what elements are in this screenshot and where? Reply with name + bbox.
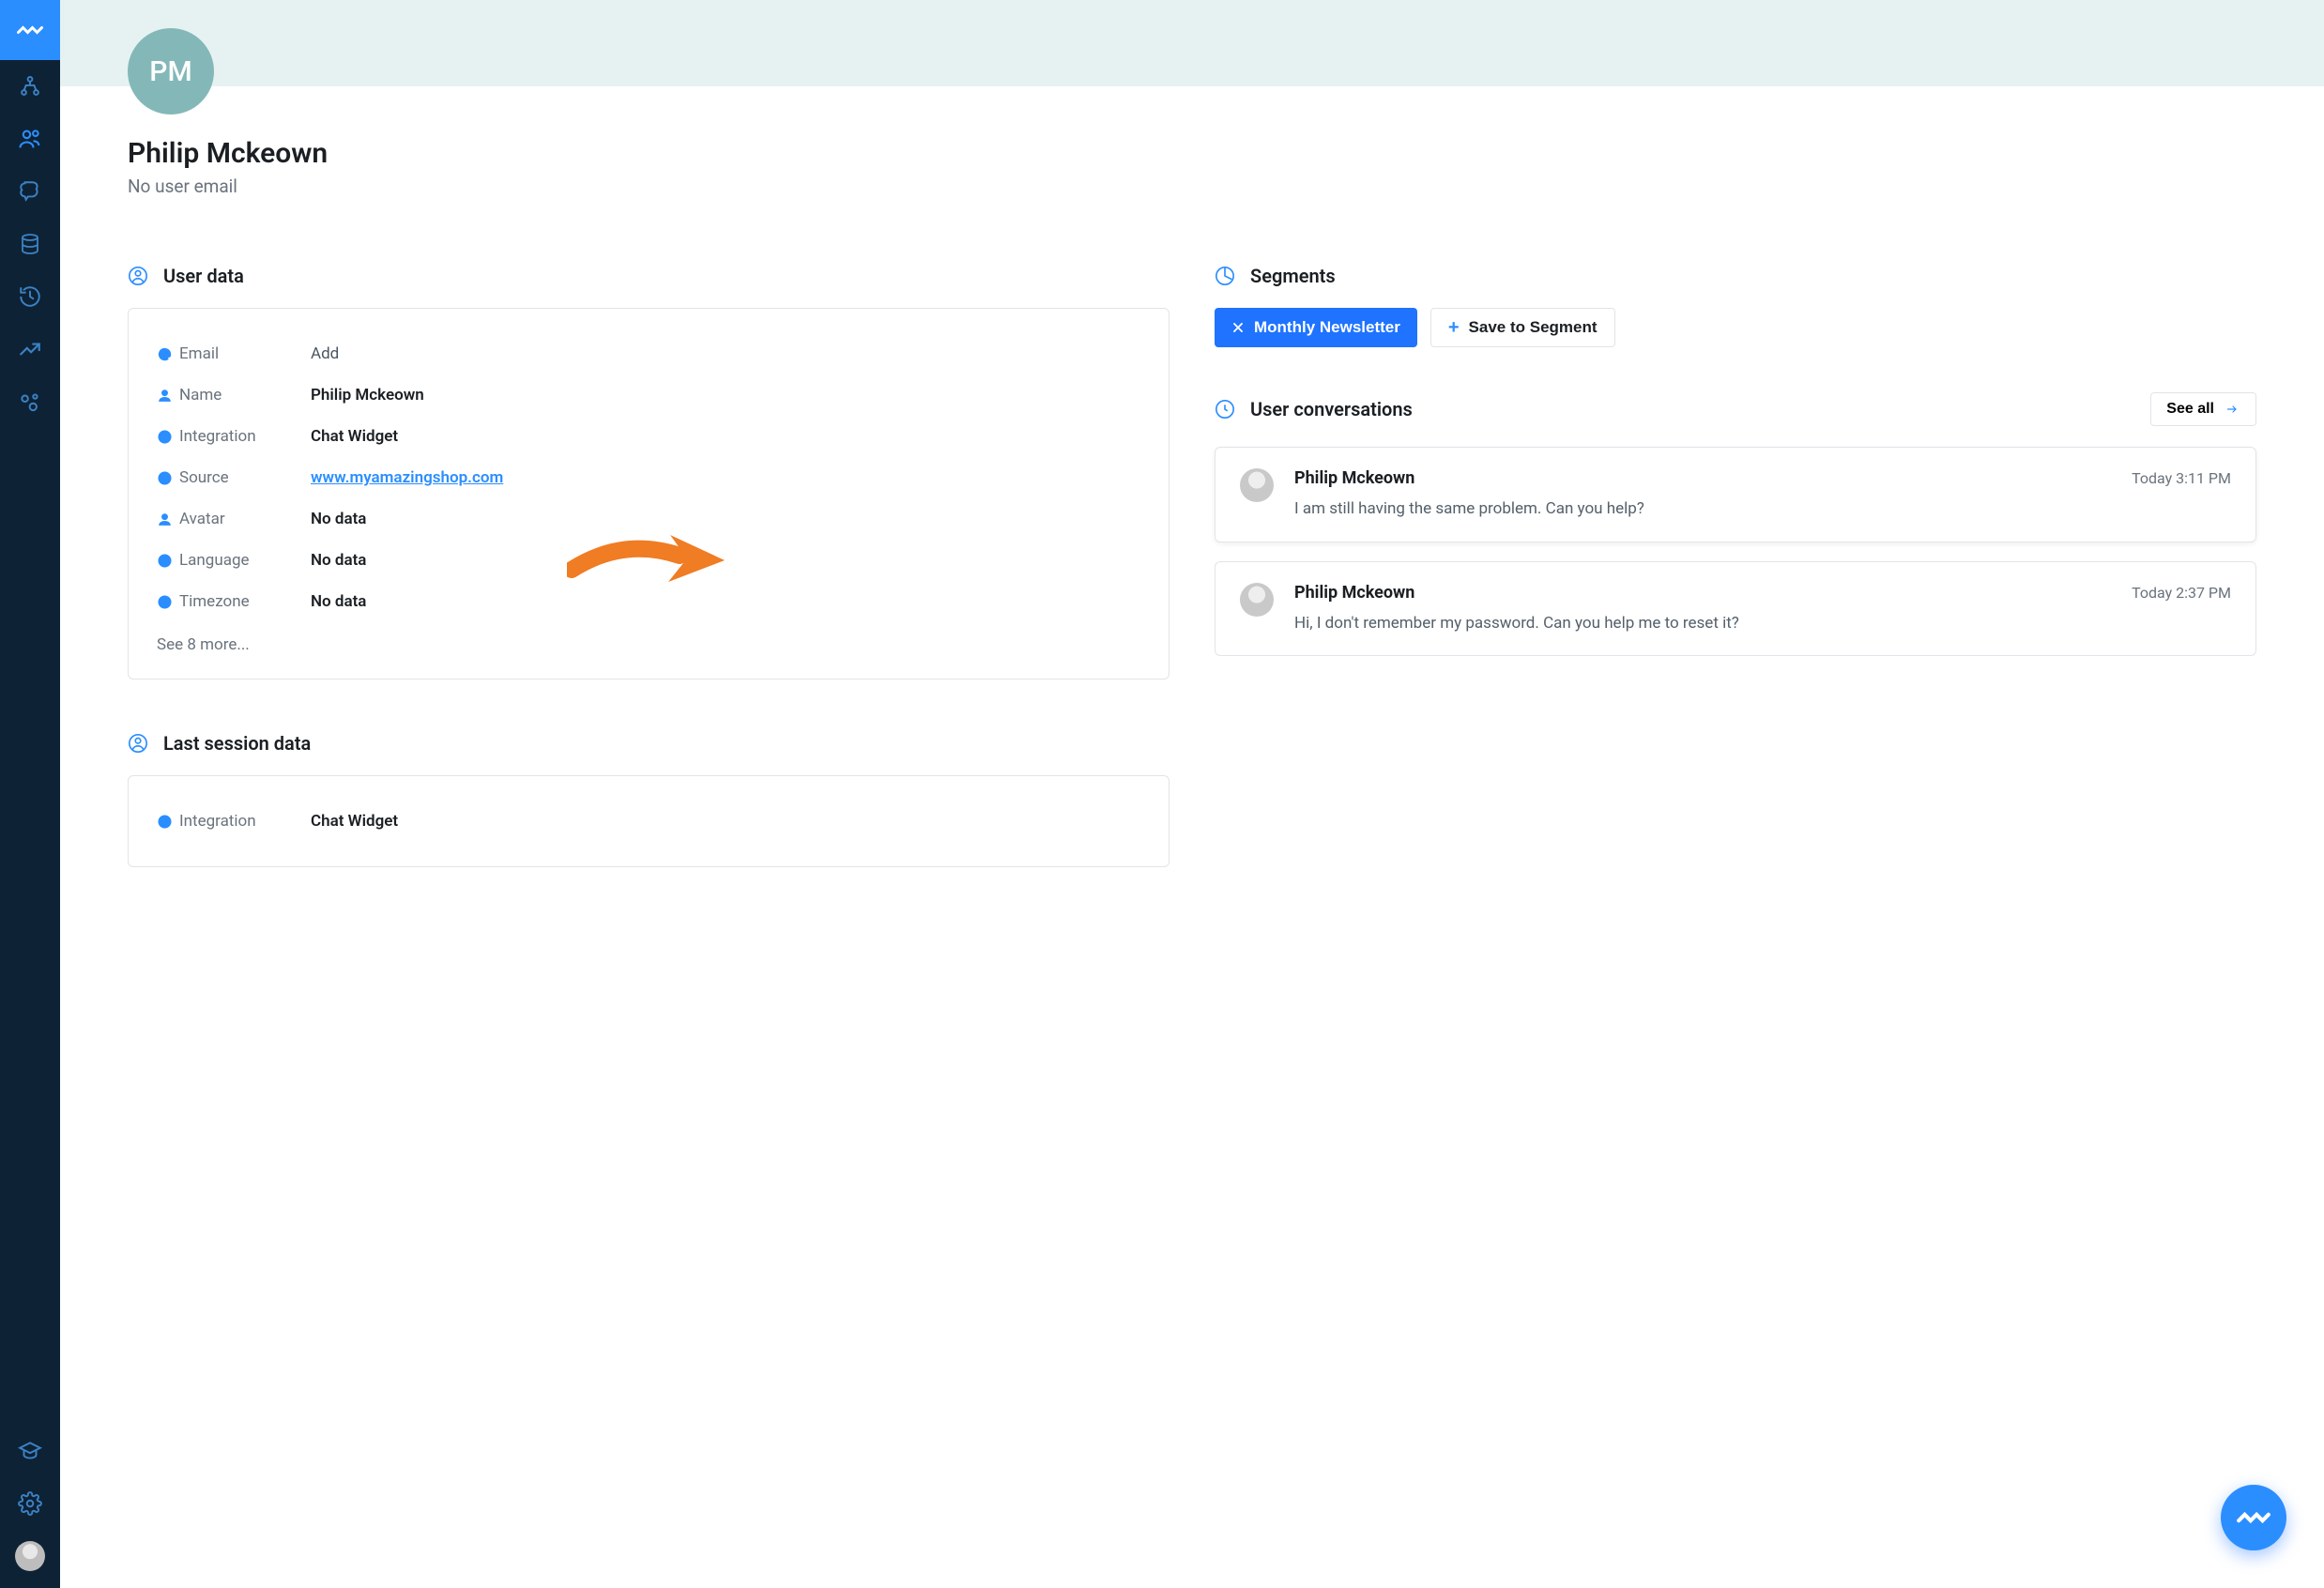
at-icon	[157, 346, 179, 362]
nav-flows-icon[interactable]	[0, 60, 60, 113]
sidebar	[0, 0, 60, 1588]
nav-database-icon[interactable]	[0, 218, 60, 270]
data-row: AvatarNo data	[157, 498, 1140, 540]
user-data-panel: EmailAddNamePhilip MckeownIntegrationCha…	[128, 308, 1170, 679]
data-row-value: No data	[311, 510, 366, 528]
data-row: EmailAdd	[157, 333, 1140, 374]
globe-icon	[157, 814, 179, 830]
globe-icon	[157, 594, 179, 610]
globe-icon	[157, 429, 179, 445]
source-link[interactable]: www.myamazingshop.com	[311, 468, 503, 487]
data-row-label: Integration	[179, 427, 311, 446]
user-circle-icon	[128, 266, 148, 286]
data-row-value: No data	[311, 551, 366, 570]
section-conversations-title: User conversations	[1250, 398, 1413, 420]
wave-icon	[2236, 1500, 2271, 1535]
data-row-label: Language	[179, 551, 311, 570]
section-last-session-title: Last session data	[163, 732, 311, 755]
segment-chip-label: Monthly Newsletter	[1254, 318, 1400, 337]
data-row: IntegrationChat Widget	[157, 416, 1140, 457]
nav-brain-icon[interactable]	[0, 165, 60, 218]
data-row-label: Integration	[179, 812, 311, 831]
user-icon	[157, 388, 179, 404]
app-logo[interactable]	[0, 0, 60, 60]
nav-academy-icon[interactable]	[0, 1425, 60, 1477]
banner	[60, 0, 2324, 86]
segment-chip[interactable]: Monthly Newsletter	[1215, 308, 1417, 347]
data-row: LanguageNo data	[157, 540, 1140, 581]
see-all-button[interactable]: See all	[2150, 392, 2256, 426]
profile-header: PM Philip Mckeown No user email	[128, 86, 2256, 197]
profile-name: Philip Mckeown	[128, 86, 2256, 170]
user-circle-icon	[128, 733, 148, 754]
nav-settings-icon[interactable]	[0, 1477, 60, 1530]
section-conversations-header: User conversations See all	[1215, 392, 2256, 426]
conversation-avatar	[1240, 583, 1274, 617]
save-to-segment-label: Save to Segment	[1469, 318, 1598, 337]
data-row-value[interactable]: www.myamazingshop.com	[311, 468, 503, 487]
section-last-session-header: Last session data	[128, 732, 1170, 755]
section-segments-header: Segments	[1215, 265, 2256, 287]
clock-icon	[1215, 399, 1235, 420]
conversation-name: Philip Mckeown	[1294, 468, 1414, 488]
nav-user-avatar[interactable]	[15, 1541, 45, 1571]
nav-people-icon[interactable]	[0, 113, 60, 165]
plus-icon: +	[1448, 318, 1460, 337]
data-row: NamePhilip Mckeown	[157, 374, 1140, 416]
data-row-label: Source	[179, 468, 311, 487]
save-to-segment-button[interactable]: + Save to Segment	[1430, 308, 1615, 347]
chat-widget-button[interactable]	[2221, 1485, 2286, 1550]
conversation-time: Today 2:37 PM	[2132, 584, 2231, 602]
data-row-value: Chat Widget	[311, 427, 398, 446]
globe-icon	[157, 553, 179, 569]
conversation-message: I am still having the same problem. Can …	[1294, 497, 2231, 521]
data-row: IntegrationChat Widget	[157, 801, 1140, 842]
data-row-value: Chat Widget	[311, 812, 398, 831]
profile-subtitle: No user email	[128, 176, 2256, 197]
conversation-avatar	[1240, 468, 1274, 502]
nav-trends-icon[interactable]	[0, 323, 60, 375]
data-row-label: Timezone	[179, 592, 311, 611]
last-session-panel: IntegrationChat Widget	[128, 775, 1170, 867]
conversation-card[interactable]: Philip Mckeown Today 3:11 PM I am still ha…	[1215, 447, 2256, 542]
data-row-label: Email	[179, 344, 311, 363]
section-user-data-header: User data	[128, 265, 1170, 287]
data-row-value: No data	[311, 592, 366, 611]
data-row-label: Name	[179, 386, 311, 405]
data-row-value[interactable]: Add	[311, 344, 339, 363]
data-row: Sourcewww.myamazingshop.com	[157, 457, 1140, 498]
pie-icon	[1215, 266, 1235, 286]
section-segments-title: Segments	[1250, 265, 1336, 287]
conversation-message: Hi, I don't remember my password. Can yo…	[1294, 612, 2231, 635]
data-row: TimezoneNo data	[157, 581, 1140, 622]
see-more-link[interactable]: See 8 more...	[157, 635, 1140, 654]
section-user-data-title: User data	[163, 265, 244, 287]
conversation-card[interactable]: Philip Mckeown Today 2:37 PM Hi, I don't r…	[1215, 561, 2256, 657]
close-icon	[1231, 321, 1245, 334]
nav-history-icon[interactable]	[0, 270, 60, 323]
profile-avatar: PM	[128, 28, 214, 115]
data-row-value: Philip Mckeown	[311, 386, 424, 405]
conversation-name: Philip Mckeown	[1294, 583, 1414, 603]
profile-initials: PM	[149, 55, 191, 88]
user-o-icon	[157, 512, 179, 527]
nav-bubbles-icon[interactable]	[0, 375, 60, 428]
conversation-time: Today 3:11 PM	[2132, 469, 2231, 487]
see-all-label: See all	[2166, 401, 2214, 418]
main: PM Philip Mckeown No user email User dat…	[60, 0, 2324, 1588]
globe-icon	[157, 470, 179, 486]
arrow-right-icon	[2224, 404, 2240, 415]
data-row-label: Avatar	[179, 510, 311, 528]
